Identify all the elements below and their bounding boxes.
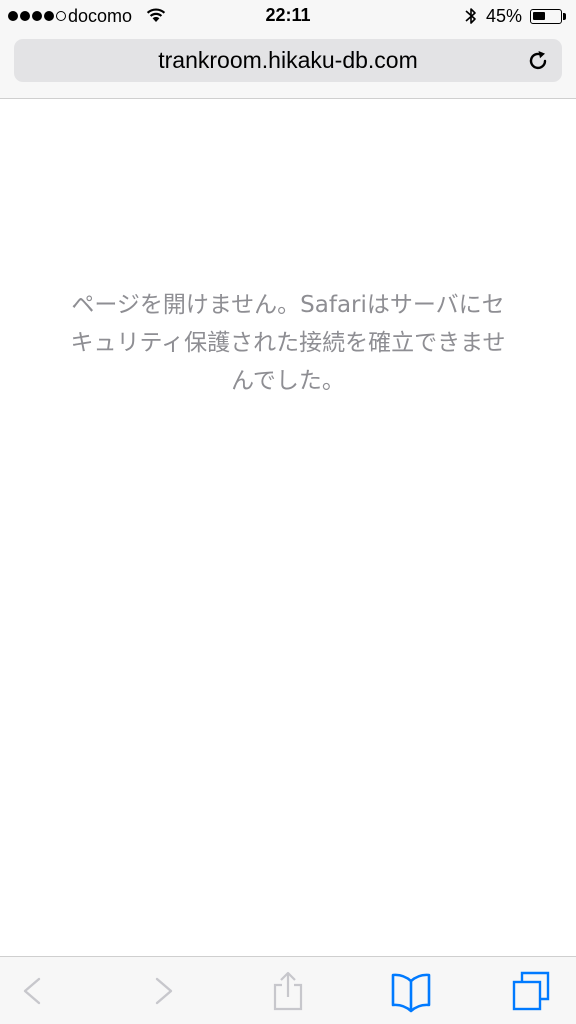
bookmarks-icon (391, 973, 431, 1013)
safari-screen: docomo 22:11 45% trankroom.hikaku-db.com (0, 0, 576, 1024)
share-icon (273, 971, 303, 1011)
tabs-button[interactable] (510, 971, 554, 1015)
reload-icon[interactable] (526, 49, 550, 73)
url-text[interactable]: trankroom.hikaku-db.com (14, 39, 562, 82)
battery-icon (530, 9, 562, 24)
bluetooth-icon (465, 8, 476, 24)
battery-percentage: 45% (486, 6, 523, 26)
bookmarks-button[interactable] (389, 971, 433, 1015)
battery-tip (563, 13, 566, 20)
back-button[interactable] (12, 971, 56, 1015)
battery-fill (533, 12, 545, 20)
browser-header: docomo 22:11 45% trankroom.hikaku-db.com (0, 0, 576, 99)
bottom-toolbar (0, 956, 576, 1024)
share-button[interactable] (266, 971, 310, 1015)
back-icon (23, 977, 41, 1005)
forward-icon (155, 977, 173, 1005)
status-bar: docomo 22:11 45% (0, 0, 576, 32)
forward-button[interactable] (140, 971, 184, 1015)
tabs-icon (512, 971, 550, 1011)
address-bar[interactable]: trankroom.hikaku-db.com (14, 39, 562, 82)
error-message: ページを開けません。Safariはサーバにセキュリティ保護された接続を確立できま… (70, 292, 506, 394)
